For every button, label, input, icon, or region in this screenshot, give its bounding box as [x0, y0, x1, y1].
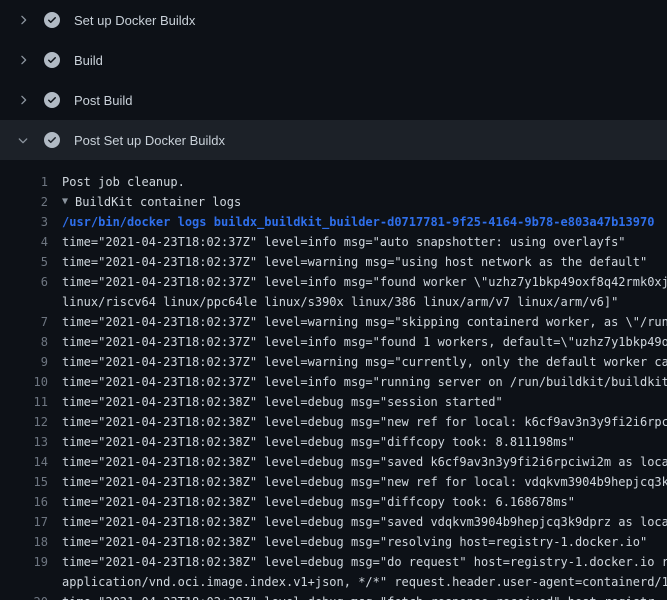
log-line: 9 time="2021-04-23T18:02:37Z" level=warn…	[0, 352, 667, 372]
chevron-right-icon	[16, 53, 30, 67]
log-line-command: 3 /usr/bin/docker logs buildx_buildkit_b…	[0, 212, 667, 232]
check-circle-icon	[44, 52, 60, 68]
line-number[interactable]: 2	[0, 192, 62, 212]
log-text: Post job cleanup.	[62, 172, 667, 192]
step-label: Build	[74, 53, 103, 68]
log-text: time="2021-04-23T18:02:38Z" level=debug …	[62, 452, 667, 472]
log-text: linux/riscv64 linux/ppc64le linux/s390x …	[62, 292, 667, 312]
log-line: 1 Post job cleanup.	[0, 172, 667, 192]
step-label: Post Set up Docker Buildx	[74, 133, 225, 148]
step-header-post-build[interactable]: Post Build	[0, 80, 667, 120]
line-number	[0, 292, 62, 312]
line-number[interactable]: 11	[0, 392, 62, 412]
step-label: Set up Docker Buildx	[74, 13, 195, 28]
line-number[interactable]: 16	[0, 492, 62, 512]
log-text: time="2021-04-23T18:02:38Z" level=debug …	[62, 392, 667, 412]
chevron-down-icon	[16, 133, 30, 147]
log-group-title: BuildKit container logs	[75, 192, 667, 212]
line-number[interactable]: 7	[0, 312, 62, 332]
line-number[interactable]: 4	[0, 232, 62, 252]
line-number[interactable]: 18	[0, 532, 62, 552]
log-text: /usr/bin/docker logs buildx_buildkit_bui…	[62, 212, 667, 232]
log-text: time="2021-04-23T18:02:37Z" level=info m…	[62, 272, 667, 292]
log-line: 18 time="2021-04-23T18:02:38Z" level=deb…	[0, 532, 667, 552]
line-number	[0, 572, 62, 592]
log-text: time="2021-04-23T18:02:38Z" level=debug …	[62, 512, 667, 532]
log-text: time="2021-04-23T18:02:37Z" level=warnin…	[62, 352, 667, 372]
log-line: 10 time="2021-04-23T18:02:37Z" level=inf…	[0, 372, 667, 392]
group-expand-triangle-icon[interactable]: ▼	[62, 192, 68, 212]
log-text: time="2021-04-23T18:02:38Z" level=debug …	[62, 472, 667, 492]
log-text: time="2021-04-23T18:02:37Z" level=info m…	[62, 232, 667, 252]
log-line: 8 time="2021-04-23T18:02:37Z" level=info…	[0, 332, 667, 352]
line-number[interactable]: 20	[0, 592, 62, 600]
step-log-output: 1 Post job cleanup. 2 ▼ BuildKit contain…	[0, 160, 667, 600]
log-text: time="2021-04-23T18:02:38Z" level=debug …	[62, 412, 667, 432]
actions-log-viewer: Set up Docker Buildx Build Post Build Po…	[0, 0, 667, 600]
line-number[interactable]: 6	[0, 272, 62, 292]
log-line: 16 time="2021-04-23T18:02:38Z" level=deb…	[0, 492, 667, 512]
line-number[interactable]: 10	[0, 372, 62, 392]
log-line: 11 time="2021-04-23T18:02:38Z" level=deb…	[0, 392, 667, 412]
log-text: time="2021-04-23T18:02:38Z" level=debug …	[62, 532, 667, 552]
line-number[interactable]: 15	[0, 472, 62, 492]
check-circle-icon	[44, 92, 60, 108]
line-number[interactable]: 14	[0, 452, 62, 472]
chevron-right-icon	[16, 93, 30, 107]
log-line: 12 time="2021-04-23T18:02:38Z" level=deb…	[0, 412, 667, 432]
line-number[interactable]: 19	[0, 552, 62, 572]
log-line: 15 time="2021-04-23T18:02:38Z" level=deb…	[0, 472, 667, 492]
line-number[interactable]: 17	[0, 512, 62, 532]
chevron-right-icon	[16, 13, 30, 27]
log-text: time="2021-04-23T18:02:38Z" level=debug …	[62, 592, 667, 600]
log-text: time="2021-04-23T18:02:38Z" level=debug …	[62, 432, 667, 452]
check-circle-icon	[44, 132, 60, 148]
check-circle-icon	[44, 12, 60, 28]
log-line: 19 time="2021-04-23T18:02:38Z" level=deb…	[0, 552, 667, 572]
line-number[interactable]: 3	[0, 212, 62, 232]
log-text: time="2021-04-23T18:02:37Z" level=info m…	[62, 332, 667, 352]
log-line: 7 time="2021-04-23T18:02:37Z" level=warn…	[0, 312, 667, 332]
step-header-build[interactable]: Build	[0, 40, 667, 80]
log-line-continuation: application/vnd.oci.image.index.v1+json,…	[0, 572, 667, 592]
line-number[interactable]: 5	[0, 252, 62, 272]
log-line: 13 time="2021-04-23T18:02:38Z" level=deb…	[0, 432, 667, 452]
log-line: 20 time="2021-04-23T18:02:38Z" level=deb…	[0, 592, 667, 600]
line-number[interactable]: 8	[0, 332, 62, 352]
line-number[interactable]: 13	[0, 432, 62, 452]
log-line: 17 time="2021-04-23T18:02:38Z" level=deb…	[0, 512, 667, 532]
log-text: application/vnd.oci.image.index.v1+json,…	[62, 572, 667, 592]
log-text: time="2021-04-23T18:02:37Z" level=warnin…	[62, 312, 667, 332]
log-group-header[interactable]: 2 ▼ BuildKit container logs	[0, 192, 667, 212]
log-line: 6 time="2021-04-23T18:02:37Z" level=info…	[0, 272, 667, 292]
log-line: 4 time="2021-04-23T18:02:37Z" level=info…	[0, 232, 667, 252]
log-text: time="2021-04-23T18:02:38Z" level=debug …	[62, 492, 667, 512]
log-text: time="2021-04-23T18:02:37Z" level=warnin…	[62, 252, 667, 272]
log-text: time="2021-04-23T18:02:37Z" level=info m…	[62, 372, 667, 392]
step-header-setup-docker-buildx[interactable]: Set up Docker Buildx	[0, 0, 667, 40]
log-text: time="2021-04-23T18:02:38Z" level=debug …	[62, 552, 667, 572]
line-number[interactable]: 12	[0, 412, 62, 432]
step-header-post-setup-docker-buildx[interactable]: Post Set up Docker Buildx	[0, 120, 667, 160]
line-number[interactable]: 1	[0, 172, 62, 192]
step-label: Post Build	[74, 93, 133, 108]
log-line: 14 time="2021-04-23T18:02:38Z" level=deb…	[0, 452, 667, 472]
log-line-continuation: linux/riscv64 linux/ppc64le linux/s390x …	[0, 292, 667, 312]
line-number[interactable]: 9	[0, 352, 62, 372]
log-line: 5 time="2021-04-23T18:02:37Z" level=warn…	[0, 252, 667, 272]
